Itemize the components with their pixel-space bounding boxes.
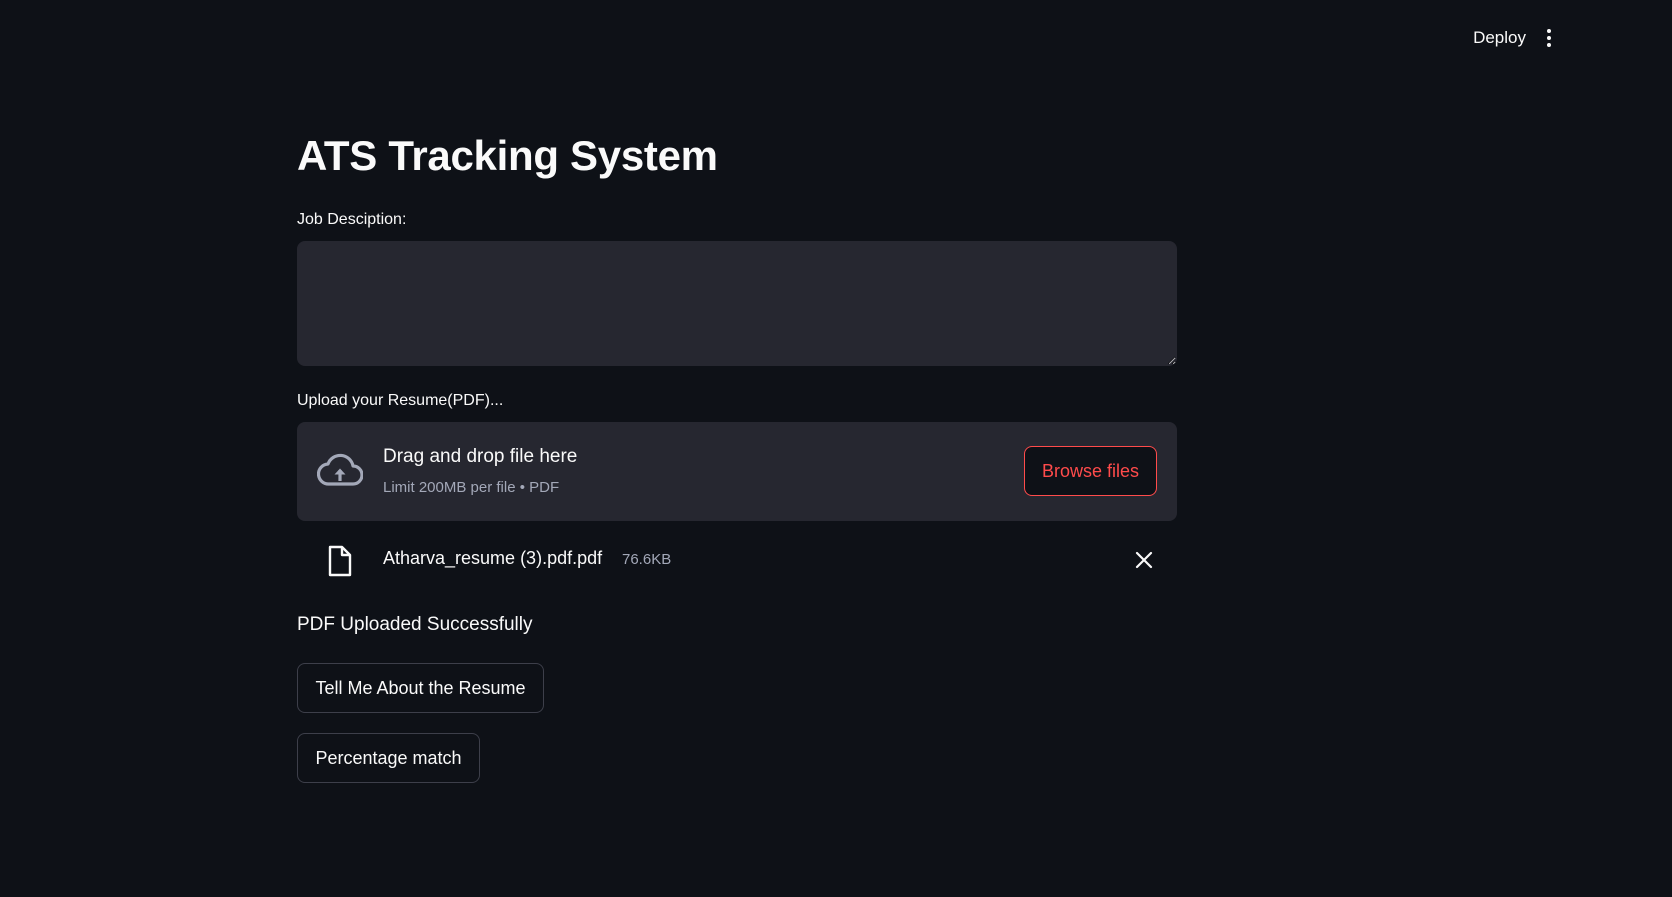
kebab-menu-icon-dot bbox=[1547, 43, 1551, 47]
deploy-button[interactable]: Deploy bbox=[1467, 24, 1532, 52]
file-dropzone[interactable]: Drag and drop file here Limit 200MB per … bbox=[297, 422, 1177, 521]
job-description-input[interactable] bbox=[297, 241, 1177, 366]
app-header: Deploy bbox=[0, 0, 1672, 75]
upload-label: Upload your Resume(PDF)... bbox=[297, 392, 504, 409]
uploaded-file-name: Atharva_resume (3).pdf.pdf bbox=[383, 548, 603, 568]
file-icon bbox=[328, 545, 352, 577]
kebab-menu-icon-dot bbox=[1547, 36, 1551, 40]
tell-me-about-resume-button[interactable]: Tell Me About the Resume bbox=[297, 663, 544, 713]
cloud-upload-icon bbox=[317, 453, 363, 486]
upload-status-text: PDF Uploaded Successfully bbox=[297, 614, 533, 635]
kebab-menu-icon bbox=[1547, 29, 1551, 33]
uploaded-file-row: Atharva_resume (3).pdf.pdf 76.6KB bbox=[297, 540, 1177, 580]
uploaded-file-size: 76.6KB bbox=[622, 551, 672, 568]
dropzone-limit-text: Limit 200MB per file • PDF bbox=[383, 479, 560, 496]
job-description-label: Job Desciption: bbox=[297, 211, 407, 228]
main-menu-button[interactable] bbox=[1538, 25, 1560, 51]
browse-files-button[interactable]: Browse files bbox=[1024, 446, 1157, 496]
close-icon[interactable] bbox=[1130, 546, 1158, 574]
dropzone-title: Drag and drop file here bbox=[383, 446, 578, 467]
page-title: ATS Tracking System bbox=[297, 132, 718, 179]
percentage-match-button[interactable]: Percentage match bbox=[297, 733, 480, 783]
